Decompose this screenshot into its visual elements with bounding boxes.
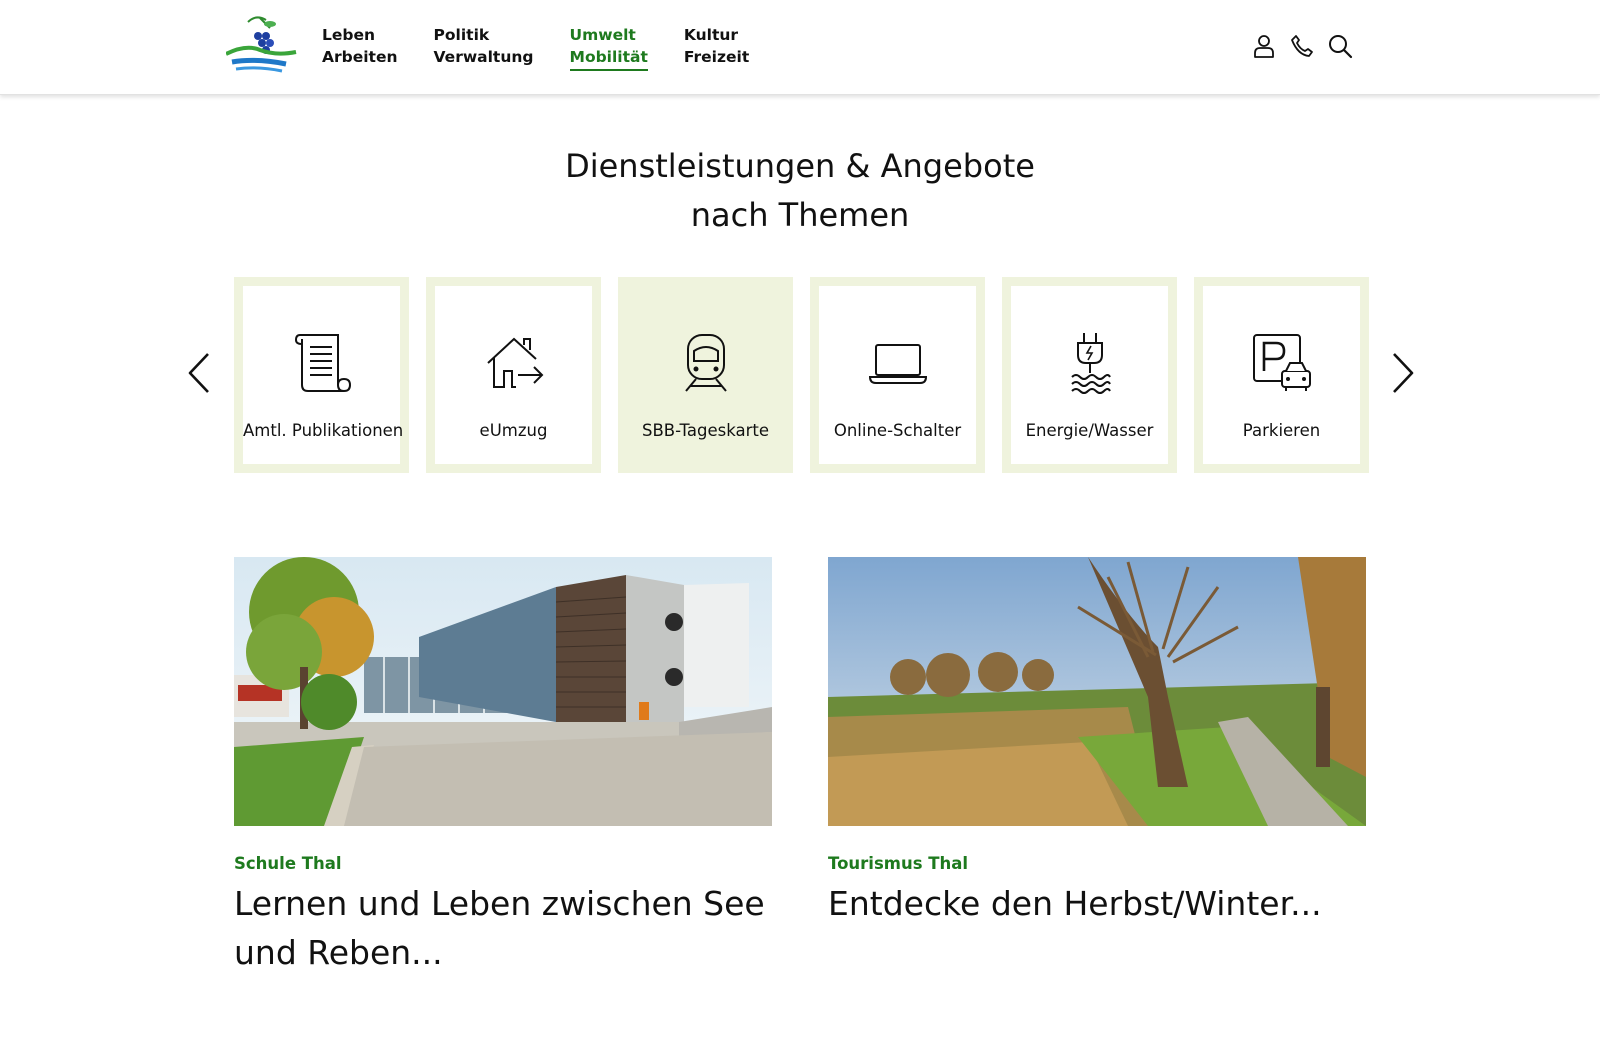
plug-water-icon xyxy=(1011,331,1168,395)
tile-label: SBB-Tageskarte xyxy=(641,421,769,440)
service-tile-amtl-publikationen[interactable]: Amtl. Publikationen xyxy=(234,277,409,473)
chevron-left-icon xyxy=(188,353,209,393)
service-tile-sbb-tageskarte[interactable]: SBB-Tageskarte xyxy=(618,277,793,473)
autumn-landscape-photo xyxy=(828,557,1366,826)
section-title-line1: Dienstleistungen & Angebote xyxy=(565,147,1035,185)
card-kicker: Schule Thal xyxy=(234,854,342,873)
section-title: Dienstleistungen & Angebote nach Themen xyxy=(0,142,1600,240)
tile-label: Amtl. Publikationen xyxy=(243,421,404,440)
service-tile-parkieren[interactable]: Parkieren xyxy=(1194,277,1369,473)
school-building-photo xyxy=(234,557,772,826)
nav-item-politik-verwaltung[interactable]: Politik Verwaltung xyxy=(434,24,534,71)
section-title-line2: nach Themen xyxy=(690,196,910,234)
card-title[interactable]: Lernen und Leben zwischen See und Reben.… xyxy=(234,879,772,977)
teaser-card-tourismus[interactable]: Tourismus Thal Entdecke den Herbst/Winte… xyxy=(828,557,1366,928)
nav-item-line1: Kultur xyxy=(683,26,739,44)
service-tile-online-schalter[interactable]: Online-Schalter xyxy=(810,277,985,473)
nav-item-leben-arbeiten[interactable]: Leben Arbeiten xyxy=(322,24,398,71)
nav-item-line1: Umwelt xyxy=(569,26,636,44)
service-tile-energie-wasser[interactable]: Energie/Wasser xyxy=(1002,277,1177,473)
phone-icon[interactable] xyxy=(1288,32,1316,60)
tile-label: Online-Schalter xyxy=(833,421,962,440)
nav-item-line1: Leben xyxy=(322,26,376,44)
nav-item-kultur-freizeit[interactable]: Kultur Freizeit xyxy=(684,24,749,71)
nav-item-umwelt-mobilitaet[interactable]: Umwelt Mobilität xyxy=(569,24,648,71)
carousel-prev-button[interactable] xyxy=(186,350,216,396)
card-title[interactable]: Entdecke den Herbst/Winter... xyxy=(828,879,1366,928)
parking-car-icon xyxy=(1203,331,1360,395)
teaser-card-schule[interactable]: Schule Thal Lernen und Leben zwischen Se… xyxy=(234,557,772,977)
nav-item-line2: Verwaltung xyxy=(433,48,534,66)
nav-item-line2: Mobilität xyxy=(569,46,648,71)
document-scroll-icon xyxy=(243,331,400,395)
header-icons xyxy=(1250,32,1364,60)
main-nav: Leben Arbeiten Politik Verwaltung Umwelt… xyxy=(322,24,785,71)
card-kicker: Tourismus Thal xyxy=(828,854,969,873)
tile-label: Energie/Wasser xyxy=(1025,421,1154,440)
house-move-icon xyxy=(435,331,592,395)
service-tile-eumzug[interactable]: eUmzug xyxy=(426,277,601,473)
carousel-next-button[interactable] xyxy=(1386,350,1416,396)
search-icon[interactable] xyxy=(1326,32,1354,60)
nav-item-line2: Freizeit xyxy=(683,48,750,66)
tile-label: Parkieren xyxy=(1242,421,1321,440)
nav-item-line1: Politik xyxy=(433,26,490,44)
site-header: Leben Arbeiten Politik Verwaltung Umwelt… xyxy=(0,0,1600,95)
service-tiles: Amtl. Publikationen eUmzug SBB-Tageskart… xyxy=(234,277,1386,473)
train-icon xyxy=(627,331,784,395)
tile-label: eUmzug xyxy=(479,421,548,440)
site-logo[interactable] xyxy=(225,14,298,78)
laptop-icon xyxy=(819,331,976,395)
user-icon[interactable] xyxy=(1250,32,1278,60)
chevron-right-icon xyxy=(1393,353,1414,393)
nav-item-line2: Arbeiten xyxy=(322,48,398,66)
